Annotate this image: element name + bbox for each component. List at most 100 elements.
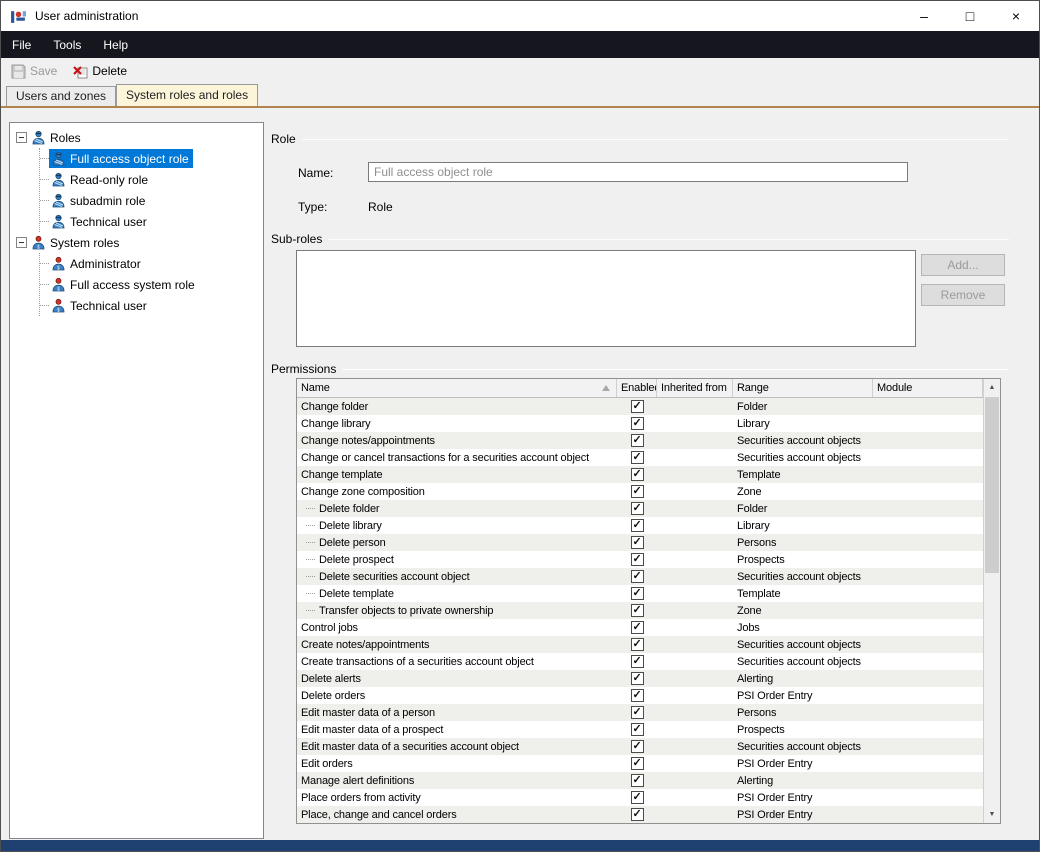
permission-enabled[interactable]: ✓ [617, 398, 657, 415]
table-row[interactable]: Change template✓Template [297, 466, 983, 483]
checked-checkbox-icon[interactable]: ✓ [631, 417, 644, 430]
maximize-button[interactable]: □ [947, 1, 993, 31]
checked-checkbox-icon[interactable]: ✓ [631, 791, 644, 804]
checked-checkbox-icon[interactable]: ✓ [631, 536, 644, 549]
checked-checkbox-icon[interactable]: ✓ [631, 434, 644, 447]
permission-enabled[interactable]: ✓ [617, 432, 657, 449]
save-button[interactable]: Save [7, 62, 61, 81]
tree-item-read-only-role[interactable]: Read-only role [40, 169, 263, 190]
collapse-icon[interactable] [16, 132, 27, 143]
table-row[interactable]: Manage alert definitions✓Alerting [297, 772, 983, 789]
tab-system-roles-and-roles[interactable]: System roles and roles [116, 84, 258, 106]
checked-checkbox-icon[interactable]: ✓ [631, 553, 644, 566]
tab-users-and-zones[interactable]: Users and zones [6, 86, 116, 106]
permission-enabled[interactable]: ✓ [617, 449, 657, 466]
checked-checkbox-icon[interactable]: ✓ [631, 570, 644, 583]
checked-checkbox-icon[interactable]: ✓ [631, 485, 644, 498]
delete-button[interactable]: Delete [69, 62, 131, 81]
tree-item-technical-user[interactable]: Technical user [40, 295, 263, 316]
checked-checkbox-icon[interactable]: ✓ [631, 400, 644, 413]
permission-enabled[interactable]: ✓ [617, 483, 657, 500]
column-header-inherited-from[interactable]: Inherited from [657, 379, 733, 397]
table-row[interactable]: Delete prospect✓Prospects [297, 551, 983, 568]
column-header-enabled[interactable]: Enabled [617, 379, 657, 397]
permission-enabled[interactable]: ✓ [617, 585, 657, 602]
permission-enabled[interactable]: ✓ [617, 806, 657, 823]
table-row[interactable]: Create notes/appointments✓Securities acc… [297, 636, 983, 653]
checked-checkbox-icon[interactable]: ✓ [631, 587, 644, 600]
tree-item-subadmin-role[interactable]: subadmin role [40, 190, 263, 211]
table-row[interactable]: Transfer objects to private ownership✓Zo… [297, 602, 983, 619]
menu-item-help[interactable]: Help [92, 31, 139, 58]
checked-checkbox-icon[interactable]: ✓ [631, 774, 644, 787]
checked-checkbox-icon[interactable]: ✓ [631, 451, 644, 464]
permission-enabled[interactable]: ✓ [617, 500, 657, 517]
checked-checkbox-icon[interactable]: ✓ [631, 502, 644, 515]
table-row[interactable]: Control jobs✓Jobs [297, 619, 983, 636]
subroles-list[interactable] [296, 250, 916, 347]
checked-checkbox-icon[interactable]: ✓ [631, 757, 644, 770]
table-row[interactable]: Delete alerts✓Alerting [297, 670, 983, 687]
checked-checkbox-icon[interactable]: ✓ [631, 689, 644, 702]
permission-enabled[interactable]: ✓ [617, 653, 657, 670]
menu-item-tools[interactable]: Tools [42, 31, 92, 58]
tree-item-technical-user[interactable]: Technical user [40, 211, 263, 232]
permission-enabled[interactable]: ✓ [617, 415, 657, 432]
table-row[interactable]: Delete folder✓Folder [297, 500, 983, 517]
permission-enabled[interactable]: ✓ [617, 636, 657, 653]
scroll-up-icon[interactable]: ▲ [984, 379, 1000, 396]
remove-subrole-button[interactable]: Remove [921, 284, 1005, 306]
table-row[interactable]: Place orders from activity✓PSI Order Ent… [297, 789, 983, 806]
checked-checkbox-icon[interactable]: ✓ [631, 655, 644, 668]
permission-enabled[interactable]: ✓ [617, 619, 657, 636]
table-row[interactable]: Delete library✓Library [297, 517, 983, 534]
permission-enabled[interactable]: ✓ [617, 704, 657, 721]
menu-item-file[interactable]: File [1, 31, 42, 58]
tree-item-administrator[interactable]: Administrator [40, 253, 263, 274]
checked-checkbox-icon[interactable]: ✓ [631, 621, 644, 634]
checked-checkbox-icon[interactable]: ✓ [631, 723, 644, 736]
table-row[interactable]: Edit master data of a prospect✓Prospects [297, 721, 983, 738]
scrollbar-thumb[interactable] [985, 397, 999, 573]
tree-group-system-roles[interactable]: System roles [10, 232, 263, 253]
table-row[interactable]: Edit master data of a person✓Persons [297, 704, 983, 721]
column-header-range[interactable]: Range [733, 379, 873, 397]
checked-checkbox-icon[interactable]: ✓ [631, 638, 644, 651]
permission-enabled[interactable]: ✓ [617, 772, 657, 789]
permission-enabled[interactable]: ✓ [617, 738, 657, 755]
collapse-icon[interactable] [16, 237, 27, 248]
checked-checkbox-icon[interactable]: ✓ [631, 808, 644, 821]
checked-checkbox-icon[interactable]: ✓ [631, 672, 644, 685]
checked-checkbox-icon[interactable]: ✓ [631, 740, 644, 753]
minimize-button[interactable]: – [901, 1, 947, 31]
table-row[interactable]: Change zone composition✓Zone [297, 483, 983, 500]
checked-checkbox-icon[interactable]: ✓ [631, 706, 644, 719]
permission-enabled[interactable]: ✓ [617, 517, 657, 534]
table-row[interactable]: Edit orders✓PSI Order Entry [297, 755, 983, 772]
column-header-name[interactable]: Name [297, 379, 617, 397]
tree-item-full-access-object-role[interactable]: Full access object role [40, 148, 263, 169]
table-row[interactable]: Change library✓Library [297, 415, 983, 432]
add-subrole-button[interactable]: Add... [921, 254, 1005, 276]
table-row[interactable]: Change folder✓Folder [297, 398, 983, 415]
close-button[interactable]: × [993, 1, 1039, 31]
permission-enabled[interactable]: ✓ [617, 721, 657, 738]
permission-enabled[interactable]: ✓ [617, 602, 657, 619]
table-row[interactable]: Delete person✓Persons [297, 534, 983, 551]
column-header-module[interactable]: Module [873, 379, 983, 397]
permission-enabled[interactable]: ✓ [617, 670, 657, 687]
permission-enabled[interactable]: ✓ [617, 789, 657, 806]
permission-enabled[interactable]: ✓ [617, 551, 657, 568]
table-row[interactable]: Change or cancel transactions for a secu… [297, 449, 983, 466]
table-row[interactable]: Edit master data of a securities account… [297, 738, 983, 755]
permissions-scrollbar[interactable]: ▲ ▼ [983, 379, 1000, 823]
permission-enabled[interactable]: ✓ [617, 687, 657, 704]
scroll-down-icon[interactable]: ▼ [984, 806, 1000, 823]
permission-enabled[interactable]: ✓ [617, 755, 657, 772]
table-row[interactable]: Delete securities account object✓Securit… [297, 568, 983, 585]
permission-enabled[interactable]: ✓ [617, 568, 657, 585]
table-row[interactable]: Place, change and cancel orders✓PSI Orde… [297, 806, 983, 823]
table-row[interactable]: Change notes/appointments✓Securities acc… [297, 432, 983, 449]
table-row[interactable]: Delete orders✓PSI Order Entry [297, 687, 983, 704]
table-row[interactable]: Delete template✓Template [297, 585, 983, 602]
